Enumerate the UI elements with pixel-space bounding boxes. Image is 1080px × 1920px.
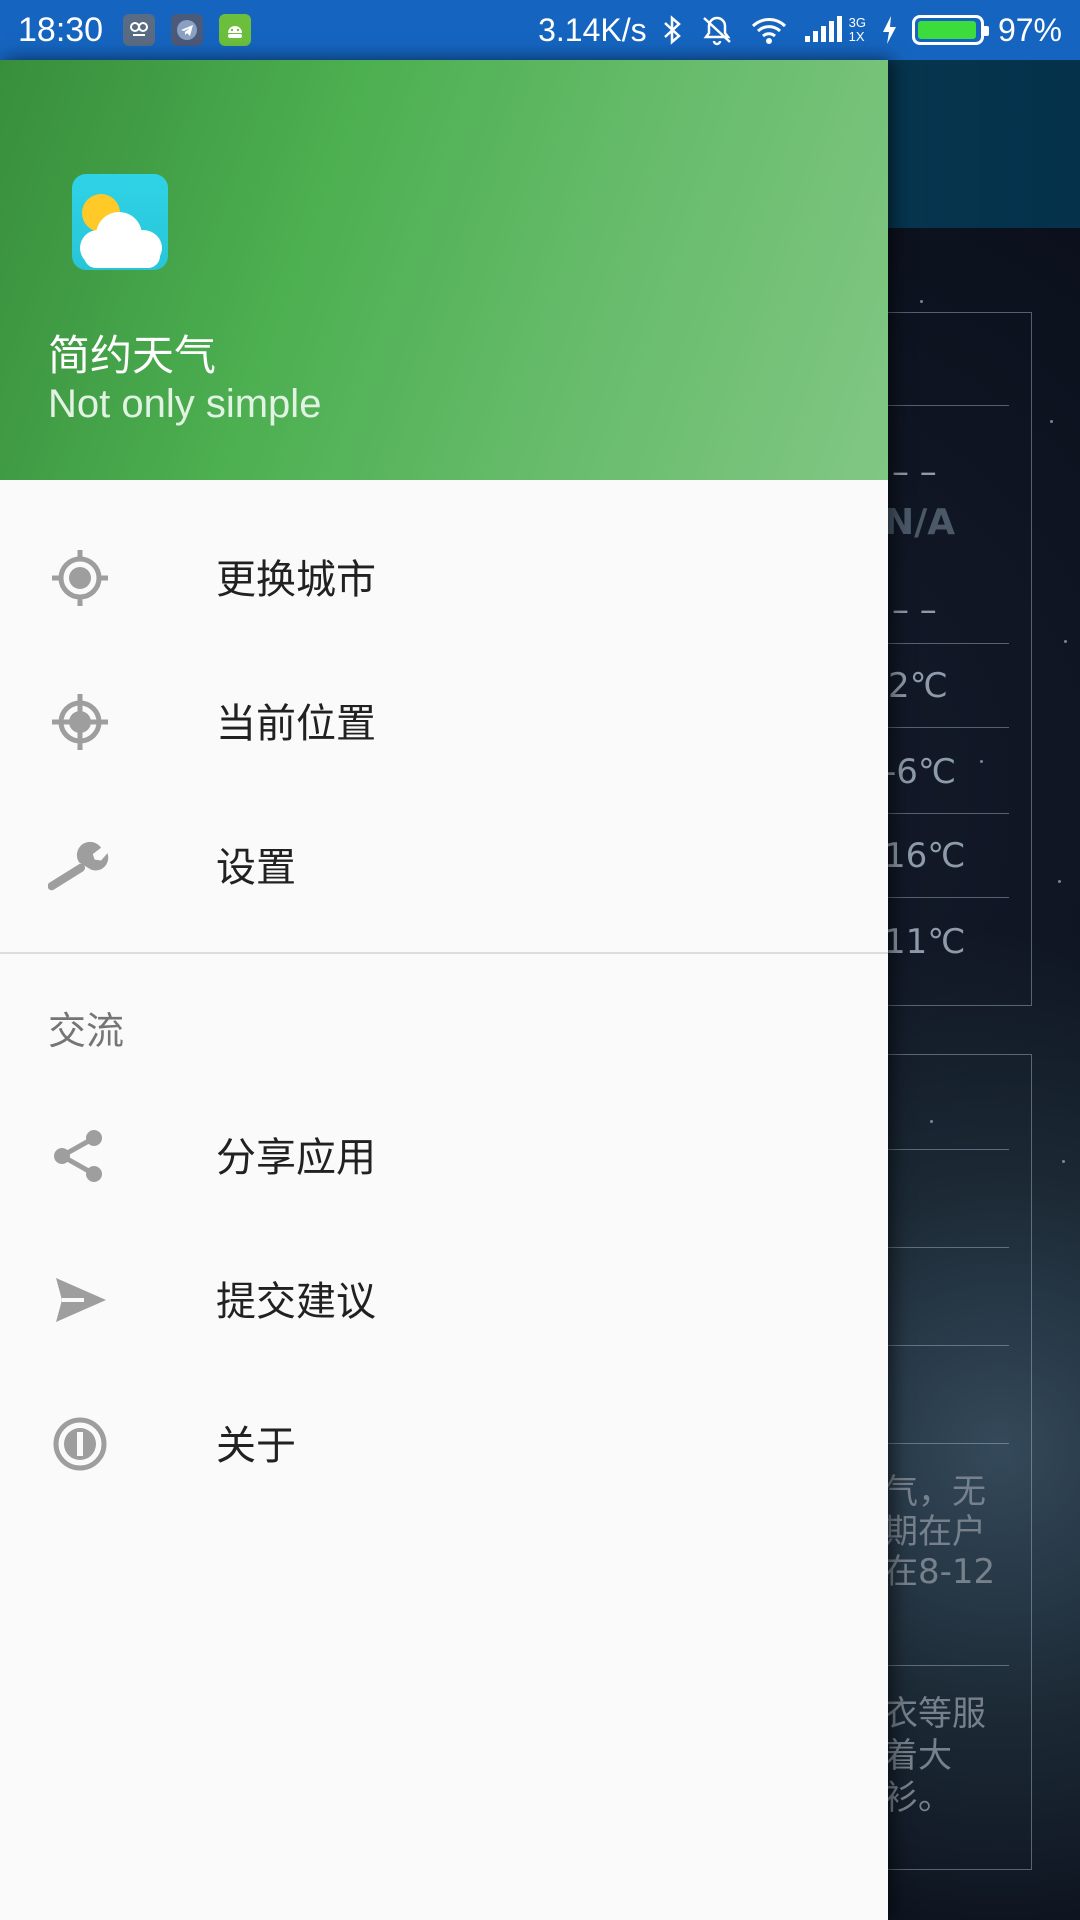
menu-item-settings[interactable]: 设置 — [0, 792, 888, 936]
menu-item-share-app[interactable]: 分享应用 — [0, 1082, 888, 1226]
network-speed: 3.14K/s — [538, 11, 647, 48]
app-tagline: Not only simple — [48, 382, 322, 426]
section-header: 交流 — [0, 954, 888, 1082]
menu-item-label: 设置 — [216, 845, 296, 891]
location-crosshair-icon — [48, 690, 112, 754]
wifi-icon — [751, 18, 786, 44]
bluetooth-icon — [663, 15, 681, 45]
background-na: N/A — [884, 502, 956, 543]
mute-icon — [702, 16, 731, 46]
telegram-icon — [171, 14, 204, 46]
status-bar: 18:30 3.14K/s 3G 1X 97% — [0, 0, 1080, 60]
menu-item-label: 分享应用 — [216, 1135, 376, 1181]
background-text: 衫。 — [884, 1778, 952, 1818]
menu-item-label: 当前位置 — [216, 701, 376, 747]
app-logo-icon — [72, 174, 168, 270]
background-dash: – – — [892, 452, 937, 492]
app-name: 简约天气 — [48, 331, 217, 380]
wrench-icon — [48, 834, 112, 898]
send-icon — [48, 1268, 112, 1332]
menu-item-about[interactable]: 关于 — [0, 1370, 888, 1514]
app-notification-icon — [123, 14, 156, 46]
star — [1062, 1160, 1065, 1163]
drawer-header: 简约天气 Not only simple — [0, 60, 888, 480]
star — [920, 300, 923, 303]
menu-item-change-city[interactable]: 更换城市 — [0, 504, 888, 648]
background-text: 着大 — [884, 1736, 952, 1776]
info-icon — [48, 1412, 112, 1476]
menu-item-current-location[interactable]: 当前位置 — [0, 648, 888, 792]
drawer-communication-menu: 分享应用 提交建议 关于 — [0, 1082, 888, 1514]
background-temp: 11℃ — [884, 922, 966, 962]
signal-icon — [804, 16, 842, 42]
navigation-drawer: 简约天气 Not only simple 更换城市 当前位置 设置 交流 分享应… — [0, 60, 888, 1920]
charging-icon — [882, 16, 896, 44]
menu-item-label: 关于 — [216, 1423, 296, 1469]
status-time: 18:30 — [18, 10, 104, 49]
menu-item-feedback[interactable]: 提交建议 — [0, 1226, 888, 1370]
star — [1050, 420, 1053, 423]
android-icon — [219, 14, 252, 46]
star — [1064, 640, 1067, 643]
share-icon — [48, 1124, 112, 1188]
background-temp: 16℃ — [884, 836, 966, 876]
drawer-menu: 更换城市 当前位置 设置 — [0, 480, 888, 936]
section-title: 交流 — [48, 1009, 125, 1053]
network-type: 3G 1X — [848, 15, 866, 44]
background-text: 期在户 — [884, 1512, 986, 1552]
background-text: 在8-12 — [884, 1552, 996, 1592]
menu-item-label: 提交建议 — [216, 1279, 376, 1325]
battery-icon — [911, 15, 989, 45]
background-temp: 2℃ — [888, 666, 948, 706]
background-dash: – – — [892, 590, 937, 630]
background-temp: -6℃ — [884, 752, 957, 792]
battery-percent: 97% — [997, 11, 1062, 48]
background-text: 衣等服 — [884, 1694, 986, 1734]
star — [1058, 880, 1061, 883]
gps-target-icon — [48, 546, 112, 610]
menu-item-label: 更换城市 — [216, 557, 376, 603]
background-text: 气，无 — [884, 1472, 986, 1512]
